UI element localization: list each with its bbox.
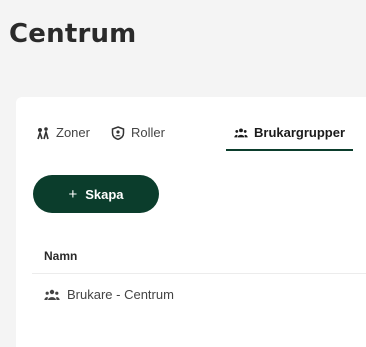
divider (32, 273, 366, 274)
shield-user-icon (111, 126, 125, 140)
tab-label: Brukargrupper (254, 125, 346, 140)
tab-brukargrupper[interactable]: Brukargrupper (226, 125, 354, 151)
plus-icon: + (68, 185, 78, 203)
user-group-icon (44, 289, 60, 300)
zones-icon (37, 127, 49, 140)
tab-zoner[interactable]: Zoner (36, 125, 90, 151)
tab-label: Zoner (56, 125, 90, 140)
content-card: Zoner Roller Brukargrupper + Skapa Namn … (16, 97, 366, 347)
tab-label: Roller (131, 125, 165, 140)
tab-roller[interactable]: Roller (111, 125, 165, 151)
column-header-namn[interactable]: Namn (44, 249, 77, 263)
user-group-icon (234, 128, 248, 138)
create-button[interactable]: + Skapa (33, 175, 159, 213)
create-button-label: Skapa (85, 186, 124, 202)
active-tab-indicator (226, 149, 354, 151)
row-name: Brukare - Centrum (67, 287, 174, 302)
tab-bar: Zoner Roller Brukargrupper (16, 97, 366, 157)
table-row[interactable]: Brukare - Centrum (44, 287, 174, 302)
page-title: Centrum (9, 19, 137, 49)
